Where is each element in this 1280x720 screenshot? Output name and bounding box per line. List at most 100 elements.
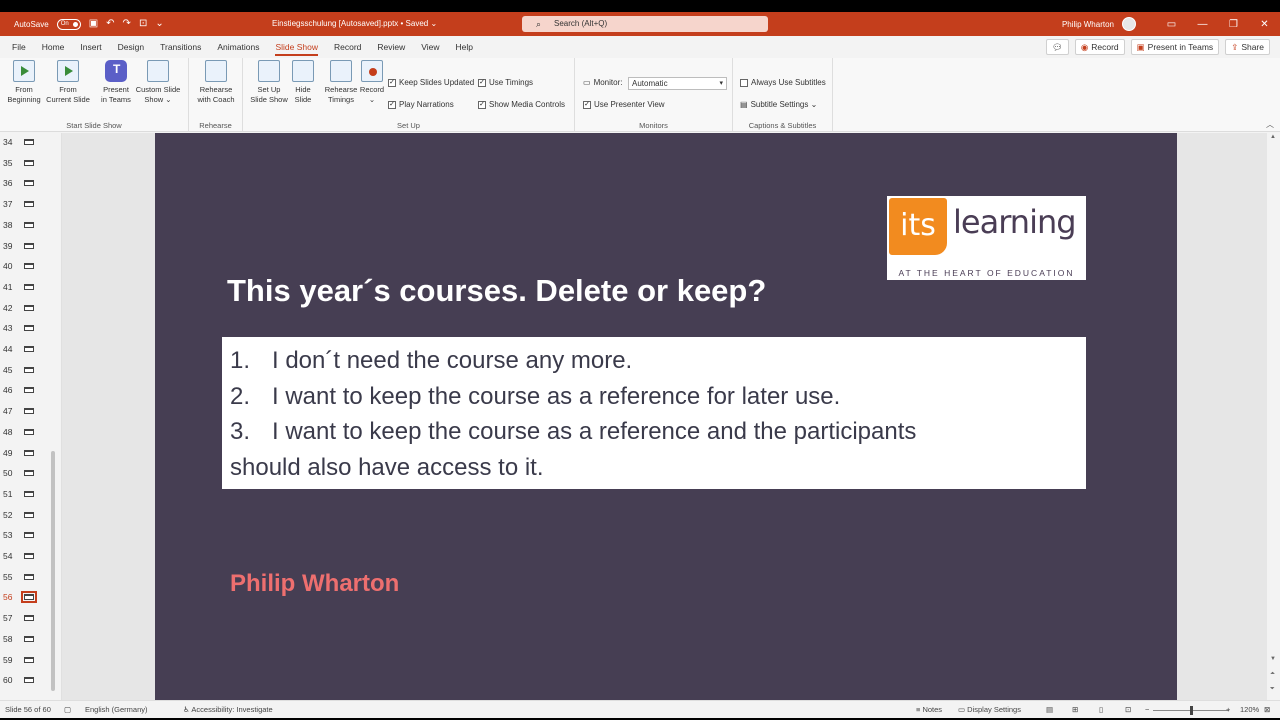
language-indicator[interactable]: English (Germany) [85, 701, 148, 719]
avatar[interactable] [1122, 17, 1136, 31]
tab-slide-show[interactable]: Slide Show [267, 36, 326, 58]
notes-button[interactable]: ≡ Notes [916, 701, 942, 719]
monitor-select[interactable]: Automatic [628, 77, 727, 90]
slide-thumbnail[interactable]: 34 [0, 133, 60, 153]
zoom-in-icon[interactable]: + [1226, 701, 1230, 719]
slide-title[interactable]: This year´s courses. Delete or keep? [227, 273, 766, 309]
presenter-name[interactable]: Philip Wharton [230, 570, 399, 598]
slide-thumbnail[interactable]: 51 [0, 485, 60, 505]
tab-view[interactable]: View [413, 36, 447, 58]
fit-slide-icon[interactable]: ⊠ [1264, 701, 1270, 719]
current-slide[interactable]: its learning AT THE HEART OF EDUCATION T… [155, 133, 1177, 700]
slide-thumbnail[interactable]: 38 [0, 216, 60, 236]
slide-thumbnail[interactable]: 35 [0, 154, 60, 174]
slide-thumbnail[interactable]: 42 [0, 299, 60, 319]
previous-slide-icon[interactable]: ⏶ [1270, 671, 1275, 678]
slide-thumbnail[interactable]: 45 [0, 361, 60, 381]
slide-thumbnail[interactable]: 55 [0, 568, 60, 588]
undo-icon[interactable]: ↶ [106, 12, 114, 36]
use-presenter-view-checkbox[interactable]: ✓ Use Presenter View [583, 100, 665, 109]
reading-view-icon[interactable]: ▯ [1099, 701, 1103, 719]
slide-thumbnail[interactable]: 41 [0, 278, 60, 298]
record-button[interactable]: ◉ Record [1074, 39, 1125, 55]
slide-thumbnail[interactable]: 54 [0, 547, 60, 567]
ribbon-display-icon[interactable]: ▭ [1156, 19, 1187, 30]
search-input[interactable]: ⌕ Search (Alt+Q) [522, 16, 768, 32]
slide-thumbnail[interactable]: 36 [0, 174, 60, 194]
tab-help[interactable]: Help [448, 36, 481, 58]
from-beginning-button[interactable]: From Beginning [4, 60, 44, 105]
save-icon[interactable]: ▣ [89, 12, 98, 36]
slide-thumbnail[interactable]: 53 [0, 526, 60, 546]
tab-file[interactable]: File [4, 36, 34, 58]
slide-sorter-icon[interactable]: ⊞ [1072, 701, 1078, 719]
user-name[interactable]: Philip Wharton [1062, 20, 1114, 29]
slide-number: 41 [3, 281, 13, 292]
show-media-controls-checkbox[interactable]: ✓ Show Media Controls [478, 100, 565, 109]
minimize-icon[interactable]: — [1187, 19, 1218, 30]
subtitle-settings-button[interactable]: ▤ Subtitle Settings ⌄ [740, 100, 817, 109]
keep-slides-updated-checkbox[interactable]: ✓ Keep Slides Updated [388, 78, 474, 87]
zoom-out-icon[interactable]: − [1145, 701, 1149, 719]
slide-number: 34 [3, 137, 13, 147]
slide-thumbnail[interactable]: 40 [0, 257, 60, 277]
coach-icon [205, 60, 227, 82]
canvas-scrollbar[interactable]: ▲ ▼ ⏶ ⏷ [1267, 133, 1280, 700]
hide-slide-button[interactable]: Hide Slide [291, 60, 315, 105]
autosave-toggle[interactable]: On [56, 18, 81, 30]
zoom-level[interactable]: 120% [1240, 701, 1259, 719]
from-current-slide-button[interactable]: From Current Slide [44, 60, 92, 105]
slide-thumbnail[interactable]: 57 [0, 609, 60, 629]
customize-qat-icon[interactable]: ⌄ [155, 12, 163, 36]
collapse-ribbon-icon[interactable]: ︿ [1266, 119, 1274, 130]
tab-insert[interactable]: Insert [72, 36, 109, 58]
slide-thumbnail[interactable]: 52 [0, 506, 60, 526]
normal-view-icon[interactable]: ▤ [1046, 701, 1053, 719]
slide-thumbnail[interactable]: 49 [0, 444, 60, 464]
custom-slide-show-button[interactable]: Custom Slide Show ⌄ [132, 60, 184, 105]
tab-record[interactable]: Record [326, 36, 369, 58]
slide-thumbnail[interactable]: 50 [0, 464, 60, 484]
slide-thumbnail[interactable]: 58 [0, 630, 60, 650]
slide-thumbnail[interactable]: 59 [0, 651, 60, 671]
present-in-teams-ribbon-button[interactable]: Present in Teams [96, 60, 136, 105]
present-in-teams-button[interactable]: ▣ Present in Teams [1130, 39, 1220, 55]
slide-thumbnail[interactable]: 43 [0, 319, 60, 339]
share-button[interactable]: ⇪ Share [1225, 39, 1270, 55]
tab-animations[interactable]: Animations [209, 36, 267, 58]
scroll-up-icon[interactable]: ▲ [1270, 134, 1276, 140]
always-use-subtitles-checkbox[interactable]: Always Use Subtitles [740, 78, 826, 87]
slide-thumbnail[interactable]: 44 [0, 340, 60, 360]
rehearse-timings-button[interactable]: Rehearse Timings [323, 60, 359, 105]
content-textbox[interactable]: 1. I don´t need the course any more. 2. I … [222, 337, 1086, 489]
comments-button[interactable]: 💬︎ [1046, 39, 1069, 55]
slide-thumbnail[interactable]: 60 [0, 671, 60, 691]
slide-thumbnail[interactable]: 47 [0, 402, 60, 422]
set-up-slide-show-button[interactable]: Set Up Slide Show [247, 60, 291, 105]
scroll-down-icon[interactable]: ▼ [1270, 656, 1276, 662]
slide-thumbnail[interactable]: 46 [0, 381, 60, 401]
tab-review[interactable]: Review [369, 36, 413, 58]
spelling-icon[interactable]: ▢ [64, 701, 71, 719]
slide-show-view-icon[interactable]: ⊡ [1125, 701, 1131, 719]
slide-thumbnail[interactable]: 37 [0, 195, 60, 215]
play-narrations-checkbox[interactable]: ✓ Play Narrations [388, 100, 454, 109]
close-icon[interactable]: ✕ [1249, 19, 1280, 30]
accessibility-button[interactable]: ♿︎ Accessibility: Investigate [183, 701, 273, 719]
restore-icon[interactable]: ❐ [1218, 19, 1249, 30]
use-timings-checkbox[interactable]: ✓ Use Timings [478, 78, 533, 87]
slide-thumbnail[interactable]: 56 [0, 588, 60, 608]
tab-transitions[interactable]: Transitions [152, 36, 209, 58]
tab-design[interactable]: Design [110, 36, 152, 58]
display-settings-button[interactable]: ▭ Display Settings [958, 701, 1021, 719]
tab-home[interactable]: Home [34, 36, 73, 58]
slide-thumbnail[interactable]: 48 [0, 423, 60, 443]
record-ribbon-button[interactable]: Record ⌄ [357, 60, 387, 105]
rehearse-with-coach-button[interactable]: Rehearse with Coach [192, 60, 240, 105]
slide-thumbnail[interactable]: 39 [0, 237, 60, 257]
next-slide-icon[interactable]: ⏷ [1270, 686, 1275, 693]
zoom-slider-thumb[interactable] [1190, 706, 1193, 715]
present-icon[interactable]: ⊡ [139, 12, 147, 36]
document-title[interactable]: Einstiegsschulung [Autosaved].pptx • Sav… [272, 12, 437, 36]
redo-icon[interactable]: ↷ [123, 12, 131, 36]
